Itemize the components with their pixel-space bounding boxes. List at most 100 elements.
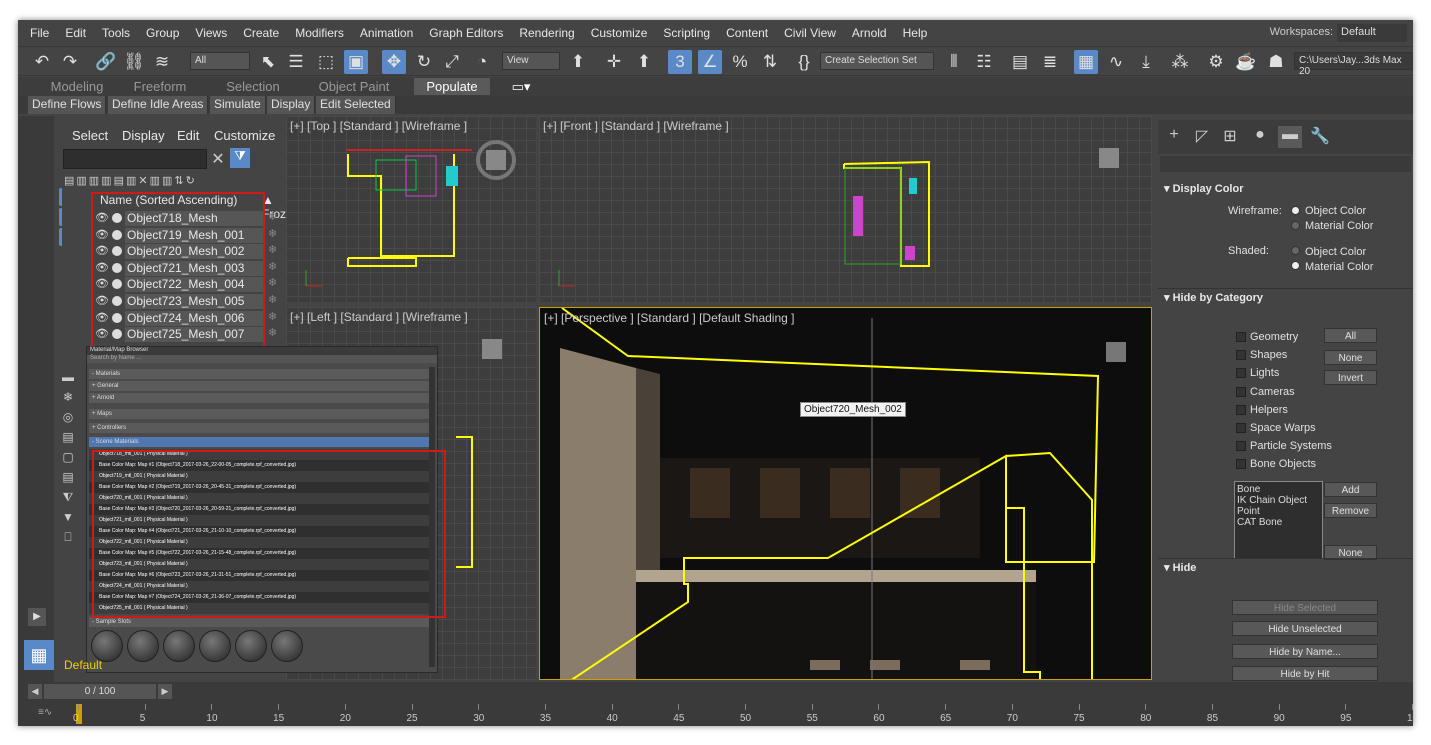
section-general[interactable]: + General [89, 381, 435, 391]
tab-modeling[interactable]: Modeling [28, 78, 126, 95]
hide-unselected-button[interactable]: Hide Unselected [1232, 621, 1378, 636]
section-materials[interactable]: - Materials [89, 369, 435, 379]
scene-menu-edit[interactable]: Edit [177, 128, 199, 143]
display-tab-icon[interactable]: ▬ [1278, 126, 1302, 148]
list-item[interactable]: Bone [1237, 484, 1320, 495]
sample-slot[interactable] [127, 630, 159, 662]
none-button[interactable]: None [1324, 350, 1377, 365]
spinner-snap-icon[interactable]: ⇅ [758, 50, 782, 74]
menu-group[interactable]: Group [138, 26, 187, 40]
tab-freeform[interactable]: Freeform [128, 78, 192, 95]
toggle-ribbon-icon[interactable]: ▦ [1074, 50, 1098, 74]
category-checkbox[interactable] [1236, 386, 1246, 397]
named-selection-sets-dropdown[interactable]: Create Selection Set [820, 52, 934, 70]
define-idle-areas-button[interactable]: Define Idle Areas [108, 96, 209, 114]
wireframe-object-color-radio[interactable] [1291, 206, 1300, 215]
rollout-hide-by-category[interactable]: ▾ Hide by Category [1158, 288, 1413, 304]
section-controllers[interactable]: + Controllers [89, 423, 435, 433]
scale-icon[interactable]: ⤢ [440, 50, 464, 74]
menu-arnold[interactable]: Arnold [844, 26, 895, 40]
time-slider[interactable]: 0 / 100 [44, 684, 156, 699]
select-manipulate-icon[interactable]: ✛ [602, 50, 626, 74]
align-icon[interactable]: ☷ [972, 50, 996, 74]
layer-explorer-icon[interactable]: ≣ [1038, 50, 1062, 74]
rotate-icon[interactable]: ↻ [412, 50, 436, 74]
explorer-tools-icon[interactable]: ▤▥▥▥▤▥✕▥▥⇅↻ [64, 174, 284, 188]
render-production-icon[interactable]: ☗ [1264, 50, 1288, 74]
place-icon[interactable]: ◔ [470, 50, 494, 74]
invert-button[interactable]: Invert [1324, 370, 1377, 385]
sample-slot[interactable] [199, 630, 231, 662]
tab-object-paint[interactable]: Object Paint [304, 78, 404, 95]
display-button[interactable]: Display [267, 96, 316, 114]
list-item[interactable]: CAT Bone [1237, 517, 1320, 528]
freeze-icon[interactable]: ❄ [268, 326, 277, 339]
filter-icon[interactable]: ⧨ [59, 488, 77, 506]
dope-sheet-icon[interactable]: ⤓ [1134, 50, 1158, 74]
curve-editor-icon[interactable]: ∿ [1104, 50, 1128, 74]
scene-explorer-icon[interactable]: ▤ [1008, 50, 1032, 74]
ribbon-options-icon[interactable]: ▭▾ [506, 78, 536, 95]
pivot-center-icon[interactable]: ⬆ [566, 50, 590, 74]
schematic-view-icon[interactable]: ⁂ [1168, 50, 1192, 74]
scene-menu-customize[interactable]: Customize [214, 128, 275, 143]
curve-editor-mini-icon[interactable]: ≡∿ [38, 707, 52, 718]
freeze-icon[interactable]: ❄ [268, 210, 277, 223]
snaps-toggle-icon[interactable]: 3 [668, 50, 692, 74]
shaded-material-color-radio[interactable] [1291, 261, 1300, 270]
edit-selected-button[interactable]: Edit Selected [316, 96, 396, 114]
menu-views[interactable]: Views [187, 26, 235, 40]
remove-button[interactable]: Remove [1324, 503, 1377, 518]
display-hidden-icon[interactable]: ▢ [59, 448, 77, 466]
sample-slot[interactable] [163, 630, 195, 662]
menu-rendering[interactable]: Rendering [511, 26, 582, 40]
scene-menu-select[interactable]: Select [72, 128, 108, 143]
undo-icon[interactable]: ↶ [30, 50, 54, 74]
simulate-button[interactable]: Simulate [210, 96, 266, 114]
select-by-name-icon[interactable]: ☰ [284, 50, 308, 74]
rollout-hide[interactable]: ▾ Hide [1158, 558, 1413, 574]
tab-populate[interactable]: Populate [414, 78, 490, 95]
freeze-icon[interactable]: ❄ [268, 310, 277, 323]
section-arnold[interactable]: + Arnold [89, 393, 435, 403]
section-scene-materials[interactable]: - Scene Materials [89, 437, 435, 447]
freeze-icon[interactable]: ❄ [268, 260, 277, 273]
motion-tab-icon[interactable]: ● [1248, 126, 1272, 148]
menu-scripting[interactable]: Scripting [655, 26, 718, 40]
display-containers-icon[interactable]: ▬ [59, 368, 77, 386]
track-bar[interactable]: ≡∿ 0 5 10 15 20 25 30 35 40 45 50 55 60 65 70 75 80 85 90 9… [18, 702, 1413, 726]
freeze-icon[interactable]: ❄ [268, 293, 277, 306]
list-item[interactable]: Point [1237, 506, 1320, 517]
redo-icon[interactable]: ↷ [58, 50, 82, 74]
utilities-tab-icon[interactable]: 🔧 [1308, 126, 1332, 148]
category-listbox[interactable]: Bone IK Chain Object Point CAT Bone [1234, 481, 1323, 559]
bind-space-warp-icon[interactable]: ≋ [150, 50, 174, 74]
link-icon[interactable]: 🔗 [94, 50, 118, 74]
category-checkbox[interactable] [1236, 404, 1246, 415]
next-frame-icon[interactable]: ▶ [158, 684, 172, 699]
browser-search-input[interactable]: Search by Name ... [87, 355, 437, 363]
mirror-icon[interactable]: ⫴ [942, 50, 966, 74]
rendered-frame-window-icon[interactable]: ☕ [1234, 50, 1258, 74]
menu-file[interactable]: File [22, 26, 57, 40]
all-button[interactable]: All [1324, 328, 1377, 343]
menu-graph-editors[interactable]: Graph Editors [421, 26, 511, 40]
object-name-field[interactable] [1160, 156, 1411, 172]
display-particles-icon[interactable]: ❄ [59, 388, 77, 406]
move-icon[interactable]: ✥ [382, 50, 406, 74]
tab-selection[interactable]: Selection [210, 78, 296, 95]
render-setup-icon[interactable]: ⚙ [1204, 50, 1228, 74]
freeze-icon[interactable]: ❄ [268, 276, 277, 289]
section-maps[interactable]: + Maps [89, 409, 435, 419]
menu-content[interactable]: Content [718, 26, 776, 40]
hide-by-hit-button[interactable]: Hide by Hit [1232, 666, 1378, 681]
modify-tab-icon[interactable]: ◸ [1190, 126, 1214, 148]
rectangular-selection-icon[interactable]: ⬚ [314, 50, 338, 74]
sample-slot[interactable] [235, 630, 267, 662]
category-checkbox[interactable] [1236, 332, 1246, 342]
unlink-icon[interactable]: ⛓ [122, 50, 146, 74]
viewport-perspective-label[interactable]: [+] [Perspective ] [Standard ] [Default … [544, 311, 794, 325]
viewport-layout-icon[interactable]: ▦ [24, 640, 54, 670]
menu-tools[interactable]: Tools [94, 26, 138, 40]
menu-help[interactable]: Help [895, 26, 936, 40]
